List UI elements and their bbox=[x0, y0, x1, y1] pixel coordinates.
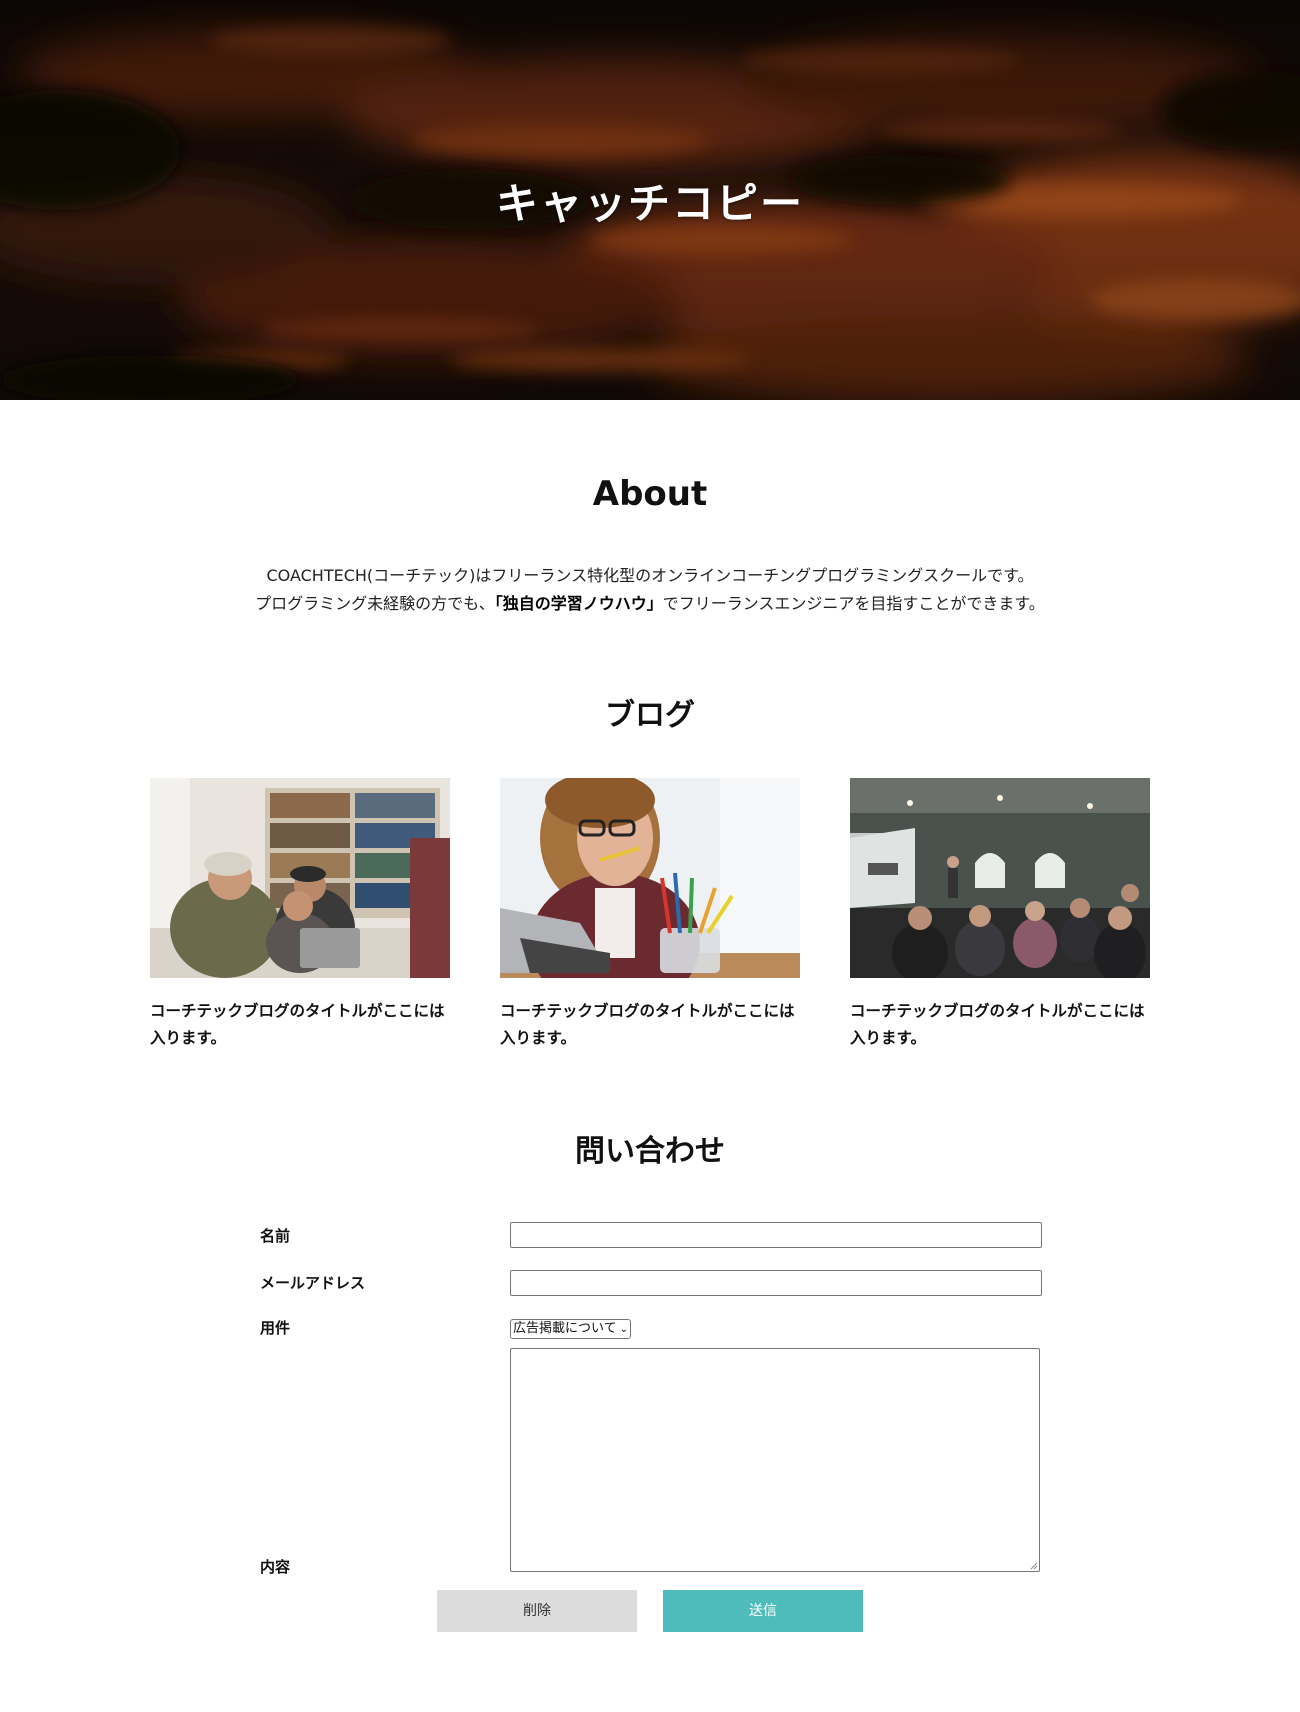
chevron-down-icon: ⌄ bbox=[619, 1324, 629, 1335]
contact-heading: 問い合わせ bbox=[575, 1134, 725, 1169]
subject-select[interactable]: 広告掲載について ⌄ bbox=[510, 1319, 632, 1339]
email-label: メールアドレス bbox=[260, 1274, 366, 1292]
name-field[interactable] bbox=[510, 1222, 1042, 1248]
about-line-2: プログラミング未経験の方でも、「独自の学習ノウハウ」でフリーランスエンジニアを目… bbox=[0, 590, 1300, 618]
hero-banner: キャッチコピー bbox=[0, 0, 1300, 400]
message-textarea[interactable] bbox=[510, 1348, 1040, 1572]
delete-button[interactable]: 削除 bbox=[437, 1590, 637, 1632]
subject-selected-value: 広告掲載について bbox=[513, 1321, 617, 1336]
subject-label: 用件 bbox=[260, 1319, 291, 1337]
name-label: 名前 bbox=[260, 1227, 291, 1245]
blog-thumbnail-image[interactable] bbox=[150, 778, 450, 978]
blog-post-title[interactable]: コーチテックブログのタイトルがここには入ります。 bbox=[500, 998, 800, 1052]
about-line-2-suffix: でフリーランスエンジニアを目指すことができます。 bbox=[662, 594, 1045, 613]
email-field[interactable] bbox=[510, 1270, 1042, 1296]
resize-grip-icon[interactable] bbox=[1030, 1562, 1038, 1570]
blog-thumbnail-image[interactable] bbox=[850, 778, 1150, 978]
about-description: COACHTECH(コーチテック)はフリーランス特化型のオンラインコーチングプロ… bbox=[0, 562, 1300, 618]
about-line-1: COACHTECH(コーチテック)はフリーランス特化型のオンラインコーチングプロ… bbox=[266, 566, 1034, 585]
about-heading: About bbox=[592, 474, 708, 514]
blog-heading: ブログ bbox=[605, 698, 695, 733]
hero-catch-copy: キャッチコピー bbox=[495, 179, 804, 228]
message-label: 内容 bbox=[260, 1558, 291, 1576]
send-button[interactable]: 送信 bbox=[663, 1590, 863, 1632]
blog-post-title[interactable]: コーチテックブログのタイトルがここには入ります。 bbox=[150, 998, 450, 1052]
blog-card[interactable]: コーチテックブログのタイトルがここには入ります。 bbox=[500, 778, 800, 1052]
blog-card[interactable]: コーチテックブログのタイトルがここには入ります。 bbox=[150, 778, 450, 1052]
about-line-2-prefix: プログラミング未経験の方でも、 bbox=[255, 594, 495, 613]
blog-post-title[interactable]: コーチテックブログのタイトルがここには入ります。 bbox=[850, 998, 1150, 1052]
blog-thumbnail-image[interactable] bbox=[500, 778, 800, 978]
blog-card[interactable]: コーチテックブログのタイトルがここには入ります。 bbox=[850, 778, 1150, 1052]
about-line-2-emphasis: 「独自の学習ノウハウ」 bbox=[494, 594, 663, 613]
page: キャッチコピー About COACHTECH(コーチテック)はフリーランス特化… bbox=[0, 0, 1300, 1712]
